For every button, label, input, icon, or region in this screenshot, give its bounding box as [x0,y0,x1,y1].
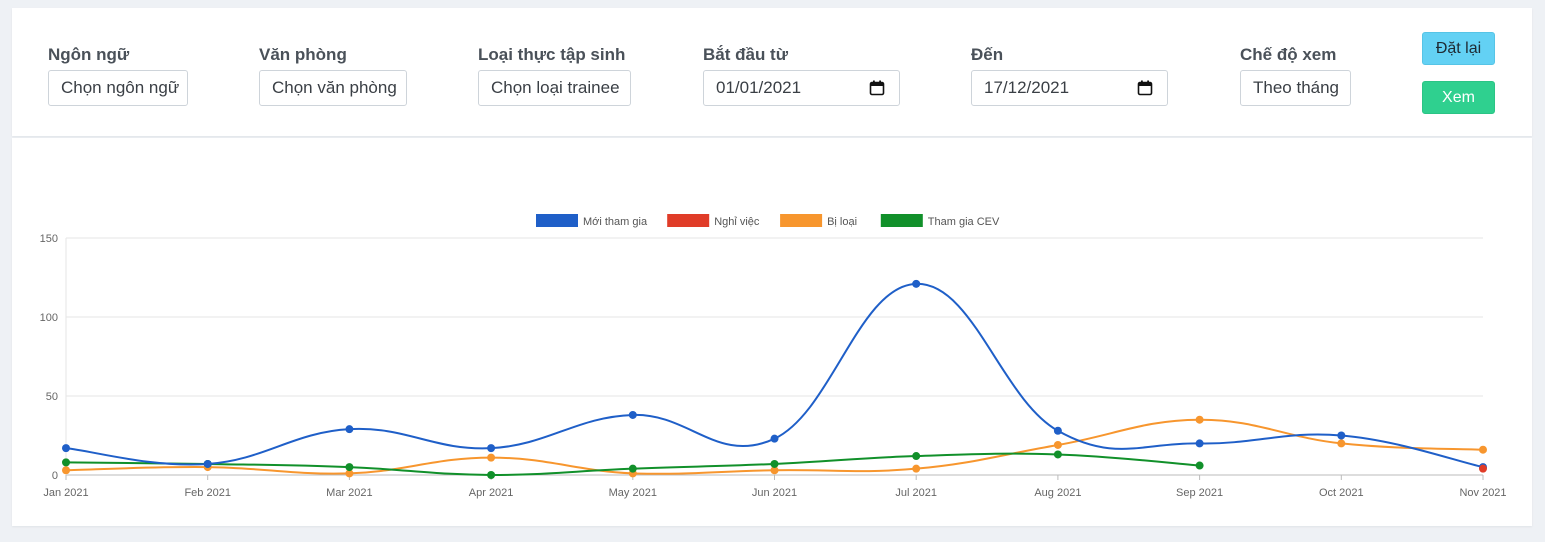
legend-label: Nghỉ việc [714,216,760,228]
x-tick-label: Aug 2021 [1034,487,1081,499]
chart-axes: 0 50 100 150 Jan 2021 Feb 2021 Mar 2021 Apr 202… [40,233,1507,499]
legend-label: Bị loại [827,216,857,228]
y-tick-label: 50 [46,391,58,403]
data-point-nghi-viec [1479,464,1487,473]
legend-label: Mới tham gia [583,216,648,228]
legend-label: Tham gia CEV [928,216,1000,228]
data-point-bi-loai [1479,445,1487,454]
data-point-moi-tham-gia [487,444,496,453]
data-point-moi-tham-gia [770,434,779,443]
data-point-bi-loai [1337,439,1346,448]
data-point-moi-tham-gia [1337,431,1346,440]
data-point-bi-loai [1053,440,1062,449]
x-tick-label: Apr 2021 [469,487,514,499]
data-point-moi-tham-gia [1053,426,1062,435]
y-tick-label: 100 [40,312,58,324]
data-point-moi-tham-gia [628,410,637,419]
x-tick-label: Mar 2021 [326,487,372,499]
data-point-moi-tham-gia [345,425,354,434]
y-tick-label: 150 [40,233,58,245]
data-point-moi-tham-gia [203,459,212,468]
data-point-tham-gia-cev [628,464,637,473]
legend-swatch [780,214,823,227]
x-tick-label: Oct 2021 [1319,487,1364,499]
legend-swatch [536,214,578,227]
data-point-tham-gia-cev [1053,450,1062,459]
data-point-tham-gia-cev [345,463,354,472]
data-point-bi-loai [1195,415,1204,424]
legend-swatch [880,214,923,227]
data-point-tham-gia-cev [912,452,921,461]
trainee-line-chart: 0 50 100 150 Jan 2021 Feb 2021 Mar 2021 Apr 202… [40,214,1507,499]
data-point-bi-loai [62,466,70,475]
data-point-moi-tham-gia [62,444,70,453]
data-point-tham-gia-cev [770,459,779,468]
legend-swatch [667,214,710,227]
data-point-moi-tham-gia [912,279,921,288]
data-point-tham-gia-cev [1195,461,1204,470]
data-point-tham-gia-cev [62,458,70,467]
y-tick-label: 0 [52,470,58,482]
data-point-tham-gia-cev [487,471,496,479]
x-tick-label: Feb 2021 [184,487,230,499]
chart-series [62,279,1487,479]
x-tick-label: Jun 2021 [752,487,797,499]
x-tick-label: Sep 2021 [1176,487,1223,499]
data-point-bi-loai [487,453,496,462]
x-tick-label: Nov 2021 [1459,487,1506,499]
x-tick-label: Jan 2021 [43,487,88,499]
chart-legend: Mới tham gia Nghỉ việc Bị loại Tham gia CEV [536,214,1000,228]
data-point-moi-tham-gia [1195,439,1204,448]
x-tick-label: May 2021 [609,487,657,499]
data-point-bi-loai [912,464,921,473]
x-tick-label: Jul 2021 [895,487,937,499]
